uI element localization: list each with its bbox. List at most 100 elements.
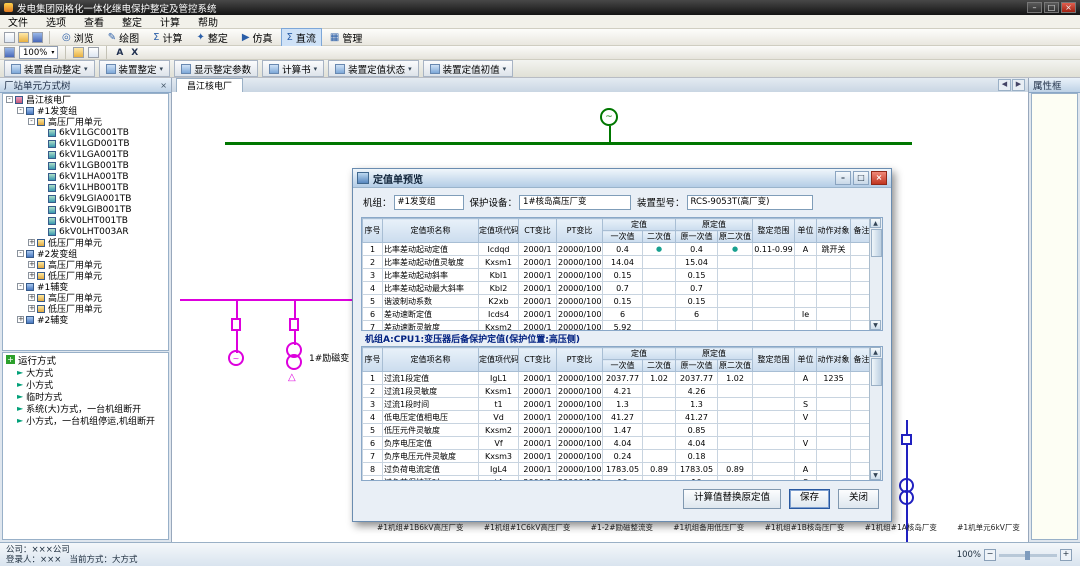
tree-node[interactable]: 6kV1LGA001TB — [3, 149, 168, 160]
table-row[interactable]: 6负序电压定值Vf2000/120000/1004.044.04V — [363, 437, 873, 450]
tree-node[interactable]: +低压厂用单元 — [3, 303, 168, 314]
table-scrollbar[interactable]: ▲ ▼ — [869, 347, 882, 480]
table-row[interactable]: 9过负荷保护延时t42000/120000/1001010S — [363, 476, 873, 482]
tree-node[interactable]: -高压厂用单元 — [3, 116, 168, 127]
tab-station[interactable]: 昌江核电厂 — [176, 78, 243, 92]
toolbar-button-simulate[interactable]: ▶仿真 — [236, 28, 279, 47]
ribbon-button-device-setting[interactable]: 装置整定▾ — [99, 60, 171, 77]
ribbon-button-auto-setting[interactable]: 装置自动整定▾ — [4, 60, 95, 77]
column-header[interactable]: PT变比 — [557, 348, 603, 372]
open-file-icon[interactable] — [18, 32, 29, 43]
tree-expander-icon[interactable]: - — [28, 118, 35, 125]
tree-expander-icon[interactable]: + — [28, 239, 35, 246]
tree-node[interactable]: -昌江核电厂 — [3, 94, 168, 105]
toolbar-button-dc[interactable]: Σ直流 — [281, 28, 322, 47]
properties-body[interactable] — [1031, 93, 1078, 540]
toolbar-button-setting[interactable]: ✦整定 — [190, 28, 233, 47]
column-header[interactable]: 单位 — [795, 219, 817, 243]
minimize-button[interactable]: – — [1027, 2, 1042, 13]
column-header[interactable]: 原二次值 — [718, 360, 753, 372]
scroll-up-icon[interactable]: ▲ — [870, 218, 881, 228]
breaker-symbol-blue[interactable] — [901, 434, 912, 445]
column-header[interactable]: 定值项名称 — [383, 219, 479, 243]
column-group-header[interactable]: 原定值 — [676, 348, 753, 360]
table-row[interactable]: 4低电压定值相电压Vd2000/120000/10041.2741.27V — [363, 411, 873, 424]
column-group-header[interactable]: 定值 — [603, 219, 676, 231]
column-header[interactable]: 动作对象 — [817, 348, 851, 372]
zoom-select[interactable]: 100% ▾ — [19, 46, 58, 59]
column-header[interactable]: 定值项代码 — [479, 219, 519, 243]
dialog-title-bar[interactable]: 定值单预览 – □ × — [353, 169, 891, 188]
scrollbar-thumb[interactable] — [871, 229, 882, 257]
breaker-symbol[interactable] — [231, 318, 241, 331]
column-header[interactable]: 原一次值 — [676, 360, 718, 372]
column-header[interactable]: 整定范围 — [753, 219, 795, 243]
tree-expander-icon[interactable]: + — [28, 272, 35, 279]
tree-expander-icon[interactable]: + — [28, 294, 35, 301]
delete-button[interactable]: X — [129, 48, 140, 58]
column-header[interactable]: CT变比 — [519, 348, 557, 372]
replace-original-button[interactable]: 计算值替换原定值 — [683, 489, 781, 509]
column-header[interactable]: 序号 — [363, 348, 383, 372]
close-button[interactable]: 关闭 — [838, 489, 879, 509]
save-button[interactable]: 保存 — [789, 489, 830, 509]
table-row[interactable]: 3比率差动起动斜率Kbl12000/120000/1000.150.15 — [363, 269, 873, 282]
column-header[interactable]: 一次值 — [603, 360, 643, 372]
tree-expander-icon[interactable]: - — [17, 107, 24, 114]
tree-expander-icon[interactable]: - — [6, 96, 13, 103]
unit-input[interactable]: #1发变组 — [394, 195, 464, 210]
column-header[interactable]: 原一次值 — [676, 231, 718, 243]
table-row[interactable]: 5谐波制动系数K2xb2000/120000/1000.150.15 — [363, 295, 873, 308]
grid-icon[interactable] — [88, 47, 99, 58]
toolbar-button-calculate[interactable]: Σ计算 — [147, 28, 188, 47]
table-row[interactable]: 7差动速断灵敏度Kxsm22000/120000/1005.92 — [363, 321, 873, 332]
table-row[interactable]: 2过流1段灵敏度Kxsm12000/120000/1004.214.26 — [363, 385, 873, 398]
tab-scroll-right-icon[interactable]: ▶ — [1012, 79, 1025, 91]
font-button[interactable]: A — [114, 48, 125, 58]
tree-node[interactable]: +#2辅变 — [3, 314, 168, 325]
save-icon[interactable] — [32, 32, 43, 43]
run-mode-item[interactable]: ►临时方式 — [3, 390, 168, 402]
table-row[interactable]: 3过流1段时间t12000/120000/1001.31.3S — [363, 398, 873, 411]
dialog-minimize-button[interactable]: – — [835, 171, 851, 185]
tree-node[interactable]: 6kV1LGC001TB — [3, 127, 168, 138]
column-header[interactable]: 二次值 — [643, 360, 676, 372]
toolbar-button-draw[interactable]: ✎绘图 — [102, 28, 145, 47]
dialog-close-button[interactable]: × — [871, 171, 887, 185]
ribbon-button-device-value-init[interactable]: 装置定值初值▾ — [423, 60, 514, 77]
maximize-button[interactable]: □ — [1044, 2, 1059, 13]
tree-expander-icon[interactable]: - — [17, 250, 24, 257]
new-file-icon[interactable] — [4, 32, 15, 43]
column-header[interactable]: 动作对象 — [817, 219, 851, 243]
run-mode-item[interactable]: ►系统(大)方式，一台机组断开 — [3, 402, 168, 414]
dialog-maximize-button[interactable]: □ — [853, 171, 869, 185]
table-row[interactable]: 4比率差动起动最大斜率Kbl22000/120000/1000.70.7 — [363, 282, 873, 295]
column-header[interactable]: 序号 — [363, 219, 383, 243]
scroll-down-icon[interactable]: ▼ — [870, 470, 881, 480]
generator-symbol[interactable]: ~ — [600, 108, 618, 126]
table-row[interactable]: 6差动速断定值Icds42000/120000/10066Ie — [363, 308, 873, 321]
add-icon[interactable]: + — [6, 355, 15, 364]
toolbar-button-manage[interactable]: ▦管理 — [324, 28, 368, 47]
table-row[interactable]: 1比率差动起动定值Icdqd2000/120000/1000.4●0.4●0.1… — [363, 243, 873, 256]
zoom-slider[interactable] — [999, 554, 1057, 557]
tree-node[interactable]: 6kV1LGD001TB — [3, 138, 168, 149]
protect-device-input[interactable]: 1#核岛高压厂变 — [519, 195, 631, 210]
column-header[interactable]: 整定范围 — [753, 348, 795, 372]
zoom-in-icon[interactable]: + — [1060, 549, 1072, 561]
column-header[interactable]: CT变比 — [519, 219, 557, 243]
tree-expander-icon[interactable]: + — [28, 305, 35, 312]
column-header[interactable]: 定值项名称 — [383, 348, 479, 372]
tree-expander-icon[interactable]: + — [17, 316, 24, 323]
table-row[interactable]: 5低压元件灵敏度Kxsm22000/120000/1001.470.85 — [363, 424, 873, 437]
tree-expander-icon[interactable]: + — [28, 261, 35, 268]
menu-item[interactable]: 文件 — [6, 14, 30, 29]
table-row[interactable]: 8过负荷电流定值IgL42000/120000/1001783.050.8917… — [363, 463, 873, 476]
tree-node[interactable]: 6kV9LGIA001TB — [3, 193, 168, 204]
column-header[interactable]: 定值项代码 — [479, 348, 519, 372]
tree-node[interactable]: 6kV9LGIB001TB — [3, 204, 168, 215]
close-button[interactable]: × — [1061, 2, 1076, 13]
print-icon[interactable] — [4, 47, 15, 58]
tree-node[interactable]: +低压厂用单元 — [3, 270, 168, 281]
scroll-down-icon[interactable]: ▼ — [870, 320, 881, 330]
